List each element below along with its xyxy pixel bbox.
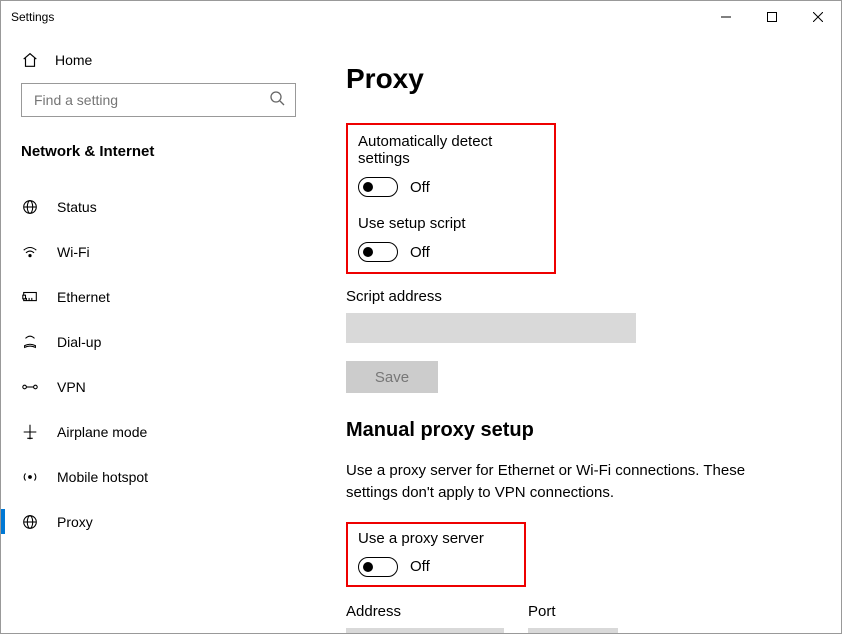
nav-list: Status Wi-Fi xyxy=(1,172,316,544)
script-address-input[interactable] xyxy=(346,313,636,343)
sidebar-item-wifi[interactable]: Wi-Fi xyxy=(1,229,316,274)
use-proxy-toggle[interactable] xyxy=(358,557,398,577)
auto-detect-toggle[interactable] xyxy=(358,177,398,197)
page-title: Proxy xyxy=(346,63,811,95)
setup-script-label: Use setup script xyxy=(358,215,544,232)
dialup-icon xyxy=(21,333,39,351)
sidebar-item-dialup[interactable]: Dial-up xyxy=(1,319,316,364)
sidebar-item-hotspot[interactable]: Mobile hotspot xyxy=(1,454,316,499)
manual-heading: Manual proxy setup xyxy=(346,419,811,442)
use-proxy-label: Use a proxy server xyxy=(358,530,514,547)
airplane-icon xyxy=(21,423,39,441)
window-controls xyxy=(703,1,841,33)
sidebar-item-ethernet[interactable]: Ethernet xyxy=(1,274,316,319)
sidebar-item-label: VPN xyxy=(57,379,86,395)
hotspot-icon xyxy=(21,468,39,486)
search-wrap xyxy=(1,79,316,135)
script-address-label: Script address xyxy=(346,288,811,305)
maximize-button[interactable] xyxy=(749,1,795,33)
auto-detect-setting: Automatically detect settings Off xyxy=(358,133,544,197)
titlebar: Settings xyxy=(1,1,841,33)
sidebar-item-label: Mobile hotspot xyxy=(57,469,148,485)
auto-detect-label: Automatically detect settings xyxy=(358,133,544,167)
sidebar-item-label: Proxy xyxy=(57,514,93,530)
settings-window: Settings Home xyxy=(0,0,842,634)
home-label: Home xyxy=(55,52,92,68)
setup-script-setting: Use setup script Off xyxy=(358,215,544,262)
address-port-row: Address Port xyxy=(346,599,811,634)
search-icon xyxy=(269,90,285,111)
setup-script-toggle[interactable] xyxy=(358,242,398,262)
sidebar-item-status[interactable]: Status xyxy=(1,184,316,229)
wifi-icon xyxy=(21,243,39,261)
home-icon xyxy=(21,51,39,69)
use-proxy-state: Off xyxy=(410,558,430,575)
address-input[interactable] xyxy=(346,628,504,634)
sidebar-item-label: Airplane mode xyxy=(57,424,147,440)
highlight-auto-section: Automatically detect settings Off Use se… xyxy=(346,123,556,274)
main-panel: Proxy Automatically detect settings Off … xyxy=(316,33,841,633)
home-link[interactable]: Home xyxy=(1,33,316,79)
sidebar-item-proxy[interactable]: Proxy xyxy=(1,499,316,544)
search-input[interactable] xyxy=(32,91,269,109)
manual-description: Use a proxy server for Ethernet or Wi-Fi… xyxy=(346,460,776,504)
sidebar: Home Network & Internet xyxy=(1,33,316,633)
port-input[interactable] xyxy=(528,628,618,634)
sidebar-item-label: Wi-Fi xyxy=(57,244,90,260)
content: Home Network & Internet xyxy=(1,33,841,633)
status-icon xyxy=(21,198,39,216)
sidebar-item-label: Dial-up xyxy=(57,334,101,350)
sidebar-item-label: Ethernet xyxy=(57,289,110,305)
auto-detect-state: Off xyxy=(410,179,430,196)
minimize-button[interactable] xyxy=(703,1,749,33)
save-button[interactable]: Save xyxy=(346,361,438,393)
vpn-icon xyxy=(21,378,39,396)
close-button[interactable] xyxy=(795,1,841,33)
ethernet-icon xyxy=(21,288,39,306)
setup-script-state: Off xyxy=(410,244,430,261)
port-label: Port xyxy=(528,603,618,620)
search-box[interactable] xyxy=(21,83,296,117)
sidebar-item-airplane[interactable]: Airplane mode xyxy=(1,409,316,454)
proxy-icon xyxy=(21,513,39,531)
highlight-proxy-section: Use a proxy server Off xyxy=(346,522,526,587)
sidebar-item-label: Status xyxy=(57,199,97,215)
category-title: Network & Internet xyxy=(1,135,316,172)
sidebar-item-vpn[interactable]: VPN xyxy=(1,364,316,409)
address-label: Address xyxy=(346,603,504,620)
window-title: Settings xyxy=(11,10,703,24)
